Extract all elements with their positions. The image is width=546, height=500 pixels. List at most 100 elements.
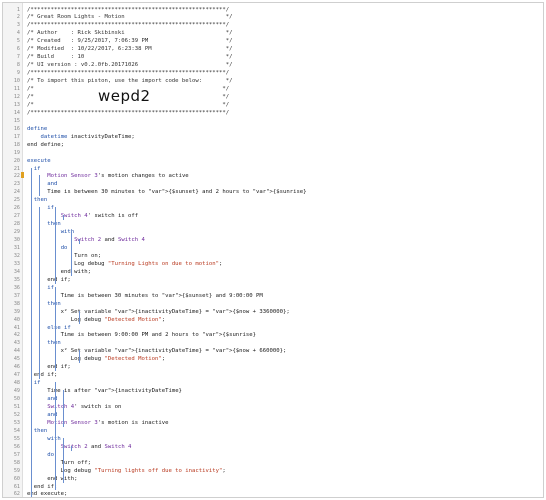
line-number: 58 bbox=[13, 459, 20, 466]
code-line: 53 Motion Sensor 3's motion is inactive bbox=[3, 420, 543, 428]
code-line: 19 bbox=[3, 150, 543, 158]
line-number: 29 bbox=[13, 229, 20, 236]
line-number: 21 bbox=[13, 165, 20, 172]
line-number: 51 bbox=[13, 404, 20, 410]
code-text: Switch 2 and Switch 4 bbox=[60, 443, 132, 450]
line-number: 10 bbox=[13, 78, 20, 85]
code-line: 40 Log debug "Detected Motion"; bbox=[3, 317, 543, 325]
line-number: 26 bbox=[13, 205, 20, 212]
code-text: if bbox=[33, 165, 41, 172]
code-line: 54 then bbox=[3, 428, 543, 436]
line-number: 44 bbox=[13, 348, 20, 355]
line-number: 52 bbox=[13, 411, 20, 418]
code-line: 62 end execute; bbox=[3, 491, 543, 498]
line-number: 30 bbox=[13, 237, 20, 244]
block-guide bbox=[55, 207, 56, 284]
code-text: Time is between 30 minutes to "var">{$su… bbox=[27, 292, 263, 299]
line-number: 34 bbox=[13, 268, 20, 275]
code-line: 6 /* Modified : 10/22/2017, 6:23:38 PM */ bbox=[3, 46, 543, 54]
line-number: 31 bbox=[13, 245, 20, 251]
block-guide bbox=[39, 175, 40, 197]
code-line: 20 execute bbox=[3, 158, 543, 166]
line-number: 43 bbox=[13, 340, 20, 347]
code-line: 31 do bbox=[3, 245, 543, 253]
code-line: 59 Log debug "Turning lights off due to … bbox=[3, 468, 543, 476]
line-number: 18 bbox=[13, 141, 20, 148]
code-text: Motion Sensor 3's motion is inactive bbox=[47, 419, 169, 426]
code-line: 30 Switch 2 and Switch 4 bbox=[3, 237, 543, 245]
code-text: execute bbox=[27, 157, 51, 164]
code-text: end with; bbox=[27, 268, 91, 275]
code-line: 41 else if bbox=[3, 325, 543, 333]
code-line: 38 then bbox=[3, 301, 543, 309]
code-text: /* Build : 10 */ bbox=[27, 54, 233, 61]
line-number: 12 bbox=[13, 93, 20, 100]
code-line: 42 Time is between 9:00:00 PM and 2 hour… bbox=[3, 332, 543, 340]
line-number: 40 bbox=[13, 316, 20, 323]
line-number: 7 bbox=[16, 54, 20, 61]
code-text: else if bbox=[47, 324, 71, 331]
line-number: 28 bbox=[13, 221, 20, 228]
line-number: 11 bbox=[13, 86, 20, 92]
line-number: 33 bbox=[13, 260, 20, 267]
line-number: 62 bbox=[13, 491, 20, 498]
code-text: Log debug "Detected Motion"; bbox=[27, 356, 166, 363]
code-text: /* To import this piston, use the import… bbox=[27, 78, 233, 85]
code-text: /* Great Room Lights - Motion */ bbox=[27, 14, 233, 21]
line-number: 32 bbox=[13, 252, 20, 259]
code-line: 2 /* Great Room Lights - Motion */ bbox=[3, 14, 543, 22]
line-number: 59 bbox=[13, 467, 20, 474]
line-number: 22 bbox=[13, 173, 20, 180]
code-line: 28 then bbox=[3, 221, 543, 229]
piston-code-view: 1 /**************************************… bbox=[2, 2, 544, 498]
line-number: 4 bbox=[16, 30, 20, 37]
line-number: 61 bbox=[13, 483, 20, 490]
code-text: Log debug "Turning Lights on due to moti… bbox=[27, 260, 223, 267]
block-guide bbox=[63, 437, 64, 483]
line-number: 39 bbox=[13, 308, 20, 315]
code-line: 25 then bbox=[3, 197, 543, 205]
code-line: 61 end if; bbox=[3, 484, 543, 492]
code-line: 44 x² Set variable "var">{inactivityDate… bbox=[3, 348, 543, 356]
line-number: 19 bbox=[13, 149, 20, 156]
code-line: 5 /* Created : 9/25/2017, 7:06:39 PM */ bbox=[3, 38, 543, 46]
block-guide bbox=[63, 215, 64, 221]
code-text: Turn off; bbox=[27, 459, 91, 466]
line-number: 3 bbox=[16, 22, 20, 29]
code-line: 1 /**************************************… bbox=[3, 7, 543, 15]
code-text: Log debug "Detected Motion"; bbox=[27, 316, 166, 323]
code-line: 18 end define; bbox=[3, 142, 543, 150]
line-number: 55 bbox=[13, 435, 20, 442]
line-number: 38 bbox=[13, 300, 20, 307]
line-number: 23 bbox=[13, 181, 20, 188]
block-guide bbox=[71, 231, 72, 276]
code-line: 32 Turn on; bbox=[3, 253, 543, 261]
code-text: end execute; bbox=[27, 491, 68, 498]
line-number: 36 bbox=[13, 284, 20, 291]
code-line: 46 end if; bbox=[3, 364, 543, 372]
line-number: 20 bbox=[13, 157, 20, 164]
line-number: 37 bbox=[13, 292, 20, 299]
code-text: with bbox=[60, 229, 75, 236]
code-line: 23 and bbox=[3, 181, 543, 189]
code-line: 17 datetime inactivityDateTime; bbox=[3, 134, 543, 142]
block-guide bbox=[71, 445, 72, 451]
code-line: 29 with bbox=[3, 229, 543, 237]
code-text: do bbox=[60, 245, 68, 251]
code-line: 12/* */ bbox=[3, 94, 543, 102]
line-number: 24 bbox=[13, 189, 20, 196]
code-line: 26 if bbox=[3, 205, 543, 213]
code-line: 58 Turn off; bbox=[3, 460, 543, 468]
code-line: 49 Time is after "var">{inactivityDateTi… bbox=[3, 388, 543, 396]
code-line: 9 /**************************************… bbox=[3, 70, 543, 78]
line-number: 41 bbox=[13, 324, 20, 331]
code-text: x² Set variable "var">{inactivityDateTim… bbox=[27, 348, 287, 355]
block-guide bbox=[79, 350, 80, 364]
code-line: 8 /* UI version : v0.2.0fb.20171026 */ bbox=[3, 62, 543, 70]
block-guide bbox=[79, 239, 80, 245]
line-number: 15 bbox=[13, 117, 20, 124]
code-line: 7 /* Build : 10 */ bbox=[3, 54, 543, 62]
code-line: 57 do bbox=[3, 452, 543, 460]
line-number: 1 bbox=[16, 6, 20, 13]
code-line: 14 /*************************************… bbox=[3, 110, 543, 118]
